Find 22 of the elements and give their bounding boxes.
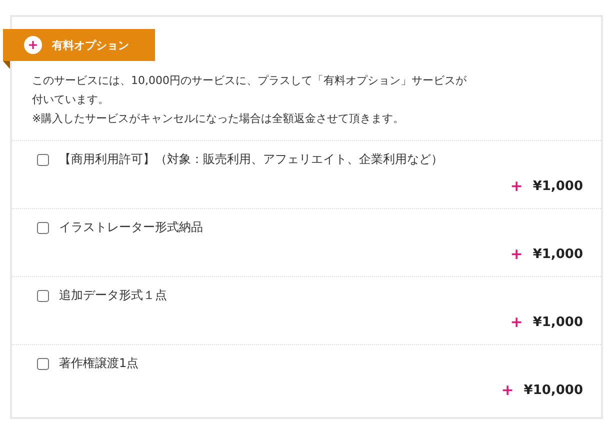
plus-icon	[24, 36, 42, 54]
option-price: ¥1,000	[532, 246, 583, 262]
plus-sign: +	[510, 245, 523, 263]
option-label: 【商用利用許可】（対象：販売利用、アフェリエイト、企業利用など）	[59, 151, 443, 168]
option-price: ¥10,000	[524, 382, 583, 398]
plus-sign: +	[501, 381, 514, 399]
description-text: 付いています。	[32, 92, 110, 108]
option-price: ¥1,000	[532, 314, 583, 330]
description-text: ※購入したサービスがキャンセルになった場合は全額返金させて頂きます。	[32, 111, 406, 127]
option-label: イラストレーター形式納品	[59, 219, 203, 236]
option-label: 追加データ形式１点	[59, 287, 167, 304]
description-text: このサービスには、10,000円のサービスに、プラスして「有料オプション」サービスが	[32, 73, 468, 89]
plus-sign: +	[510, 177, 523, 195]
option-checkbox[interactable]	[37, 358, 49, 370]
option-label: 著作権譲渡1点	[59, 355, 139, 372]
option-price: ¥1,000	[532, 178, 583, 194]
plus-sign: +	[510, 313, 523, 331]
section-title: 有料オプション	[52, 38, 129, 52]
option-checkbox[interactable]	[37, 222, 49, 234]
ribbon-fold	[3, 61, 10, 69]
option-checkbox[interactable]	[37, 290, 49, 302]
option-checkbox[interactable]	[37, 154, 49, 166]
